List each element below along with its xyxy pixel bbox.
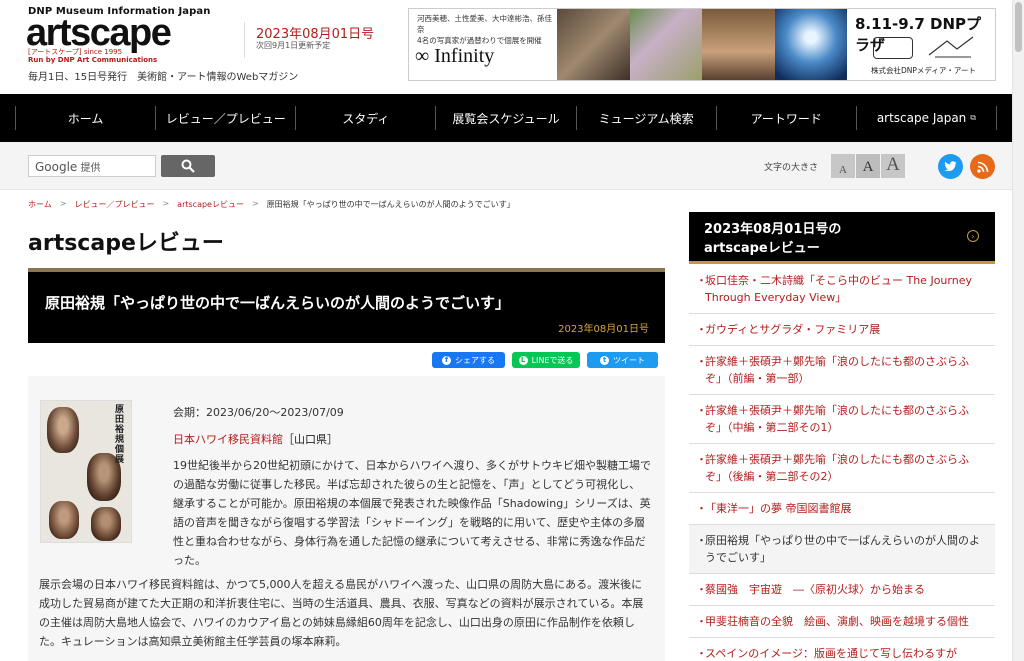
font-size-large-button[interactable]: A bbox=[881, 154, 905, 178]
ad-right-panel: 8.11-9.7 DNPプラザ 株式会社DNPメディア・アート bbox=[847, 9, 995, 80]
search-button[interactable] bbox=[161, 155, 215, 177]
font-size-small-button[interactable]: A bbox=[831, 154, 855, 178]
article-body: 原田裕規個展 会期：2023/06/20〜2023/07/09 日本ハワイ移民資… bbox=[28, 376, 665, 661]
banner-ad[interactable]: 河西美穂、土性愛美、大中達彬浩、孫佳奈 4名の写真家が過替わりで個展を開催 ∞ … bbox=[408, 8, 996, 81]
nav-schedule[interactable]: 展覧会スケジュール bbox=[435, 106, 575, 130]
sidebar-item[interactable]: 許家維＋張碩尹＋鄭先喻「浪のしたにも都のさぶらふぞ」（後編・第二部その2） bbox=[689, 444, 995, 493]
search-placeholder: 提供 bbox=[80, 163, 101, 174]
nav-label: ミュージアム検索 bbox=[598, 111, 694, 126]
breadcrumb-artscape-review[interactable]: artscapeレビュー bbox=[177, 199, 244, 210]
share-label: シェアする bbox=[455, 355, 495, 365]
main-nav: ホーム レビュー／プレビュー スタディ 展覧会スケジュール ミュージアム検索 ア… bbox=[0, 94, 1012, 142]
sidebar-item[interactable]: スペインのイメージ：版画を通じて写し伝わるすが bbox=[689, 638, 995, 661]
rss-icon bbox=[976, 161, 988, 173]
sidebar-item[interactable]: 蔡國強 宇宙遊 ―〈原初火球〉から始まる bbox=[689, 574, 995, 606]
ad-text-line1: 河西美穂、土性愛美、大中達彬浩、孫佳奈 bbox=[417, 14, 552, 34]
nav-artword[interactable]: アートワード bbox=[715, 106, 856, 130]
breadcrumb: ホーム > レビュー／プレビュー > artscapeレビュー > 原田裕規「やっぱり… bbox=[28, 199, 515, 210]
line-icon: L bbox=[518, 355, 528, 365]
nav-label: レビュー／プレビュー bbox=[165, 111, 286, 126]
facebook-share-button[interactable]: f シェアする bbox=[432, 352, 505, 368]
poster-face bbox=[49, 501, 79, 539]
nav-label: artscape Japan bbox=[876, 111, 967, 125]
article-date: 2023年08月01日号 bbox=[558, 324, 649, 335]
venue-place: ［山口県］ bbox=[283, 433, 338, 446]
sidebar-item[interactable]: 許家維＋張碩尹＋鄭先喻「浪のしたにも都のさぶらふぞ」（前編・第一部） bbox=[689, 346, 995, 395]
ad-text-line2: 4名の写真家が過替わりで個展を開催 bbox=[417, 36, 542, 45]
nav-museum-search[interactable]: ミュージアム検索 bbox=[575, 106, 716, 130]
twitter-share-button[interactable]: t ツイート bbox=[587, 352, 658, 368]
sidebar-list: 坂口佳奈・二木詩織「そこら中のビュー The Journey Through E… bbox=[689, 265, 995, 661]
poster-face bbox=[47, 407, 79, 453]
venue-link[interactable]: 日本ハワイ移民資料館 bbox=[173, 433, 283, 446]
logo-run-by: Run by DNP Art Communications bbox=[28, 56, 158, 64]
exhibition-period: 会期：2023/06/20〜2023/07/09 bbox=[173, 406, 344, 419]
sidebar-item-current[interactable]: 原田裕規「やっぱり世の中で一ばんえらいのが人間のようでごいす」 bbox=[689, 525, 995, 574]
nav-label: 展覧会スケジュール bbox=[452, 111, 560, 126]
scroll-thumb[interactable] bbox=[1015, 2, 1022, 52]
share-label: LINEで送る bbox=[531, 355, 574, 365]
next-update: 次回9月1日更新予定 bbox=[256, 41, 331, 50]
breadcrumb-review[interactable]: レビュー／プレビュー bbox=[74, 199, 154, 210]
ad-photo bbox=[702, 9, 775, 80]
sidebar-header[interactable]: 2023年08月01日号の artscapeレビュー › bbox=[689, 212, 995, 264]
article-paragraph: 19世紀後半から20世紀初頭にかけて、日本からハワイへ渡り、多くがサトウキビ畑や… bbox=[173, 459, 652, 567]
breadcrumb-separator: > bbox=[59, 199, 67, 208]
header-divider bbox=[244, 22, 245, 58]
ad-brand: ∞ Infinity bbox=[415, 45, 495, 67]
ad-photo bbox=[557, 9, 630, 80]
sidebar-item[interactable]: 甲斐荘楠音の全貌 絵画、演劇、映画を越境する個性 bbox=[689, 606, 995, 638]
ad-photo bbox=[774, 9, 847, 80]
search-icon bbox=[181, 159, 195, 173]
exhibition-venue: 日本ハワイ移民資料館［山口県］ bbox=[173, 431, 338, 447]
facebook-icon: f bbox=[442, 355, 451, 365]
ad-photos bbox=[557, 9, 847, 80]
font-size-label: 文字の大きさ bbox=[764, 163, 819, 173]
publish-note: 毎月1日、15日号発行 美術館・アート情報のWebマガジン bbox=[28, 72, 299, 83]
nav-label: ホーム bbox=[67, 111, 104, 126]
breadcrumb-current: 原田裕規「やっぱり世の中で一ばんえらいのが人間のようでごいす」 bbox=[266, 200, 515, 209]
nav-label: スタディ bbox=[342, 111, 390, 126]
ad-text: 河西美穂、土性愛美、大中達彬浩、孫佳奈 4名の写真家が過替わりで個展を開催 bbox=[417, 13, 557, 46]
page-title: artscapeレビュー bbox=[28, 231, 224, 256]
breadcrumb-separator: > bbox=[251, 199, 259, 208]
external-link-icon: ⧉ bbox=[970, 113, 977, 122]
poster-title: 原田裕規個展 bbox=[115, 405, 125, 465]
exhibition-poster-image[interactable]: 原田裕規個展 bbox=[40, 400, 132, 543]
chevron-right-icon: › bbox=[967, 230, 979, 242]
twitter-button[interactable] bbox=[938, 154, 963, 179]
sidebar-item[interactable]: 坂口佳奈・二木詩織「そこら中のビュー The Journey Through E… bbox=[689, 265, 995, 314]
nav-label: アートワード bbox=[750, 111, 822, 126]
article-paragraph: 展示会場の日本ハワイ移民資料館は、かつて5,000人を超える島民がハワイへ渡った… bbox=[39, 578, 644, 648]
rss-button[interactable] bbox=[970, 154, 995, 179]
twitter-icon: t bbox=[600, 355, 609, 365]
line-share-button[interactable]: L LINEで送る bbox=[512, 352, 580, 368]
breadcrumb-separator: > bbox=[162, 199, 170, 208]
search-input[interactable]: Google 提供 bbox=[28, 155, 156, 177]
ad-corp: 株式会社DNPメディア・アート bbox=[871, 66, 976, 75]
site-header: DNP Museum Information Japan artscape [ア… bbox=[0, 0, 1012, 94]
sidebar-item[interactable]: ガウディとサグラダ・ファミリア展 bbox=[689, 314, 995, 346]
ad-photo bbox=[629, 9, 702, 80]
twitter-icon bbox=[944, 161, 957, 172]
sketch-icon bbox=[928, 36, 974, 58]
nav-artscape-japan[interactable]: artscape Japan ⧉ bbox=[855, 106, 997, 130]
font-size-medium-button[interactable]: A bbox=[856, 154, 880, 178]
sidebar-item[interactable]: 許家維＋張碩尹＋鄭先喻「浪のしたにも都のさぶらふぞ」（中編・第二部その1） bbox=[689, 395, 995, 444]
breadcrumb-home[interactable]: ホーム bbox=[28, 199, 52, 210]
nav-study[interactable]: スタディ bbox=[295, 106, 435, 130]
ad-left-panel: 河西美穂、土性愛美、大中達彬浩、孫佳奈 4名の写真家が過替わりで個展を開催 ∞ … bbox=[409, 9, 557, 80]
nav-home[interactable]: ホーム bbox=[15, 106, 155, 130]
nav-review[interactable]: レビュー／プレビュー bbox=[155, 106, 295, 130]
sidebar-item[interactable]: 「東洋一」の夢 帝国図書館展 bbox=[689, 493, 995, 525]
article-header: 原田裕規「やっぱり世の中で一ばんえらいのが人間のようでごいす」 2023年08月… bbox=[28, 268, 665, 343]
poster-face bbox=[91, 507, 121, 541]
article-title: 原田裕規「やっぱり世の中で一ばんえらいのが人間のようでごいす」 bbox=[45, 294, 511, 312]
page-scrollbar[interactable] bbox=[1012, 0, 1024, 661]
camera-icon bbox=[873, 37, 913, 59]
search-brand: Google bbox=[35, 160, 78, 174]
share-label: ツイート bbox=[613, 355, 645, 365]
sidebar-title: 2023年08月01日号の artscapeレビュー bbox=[704, 222, 842, 256]
